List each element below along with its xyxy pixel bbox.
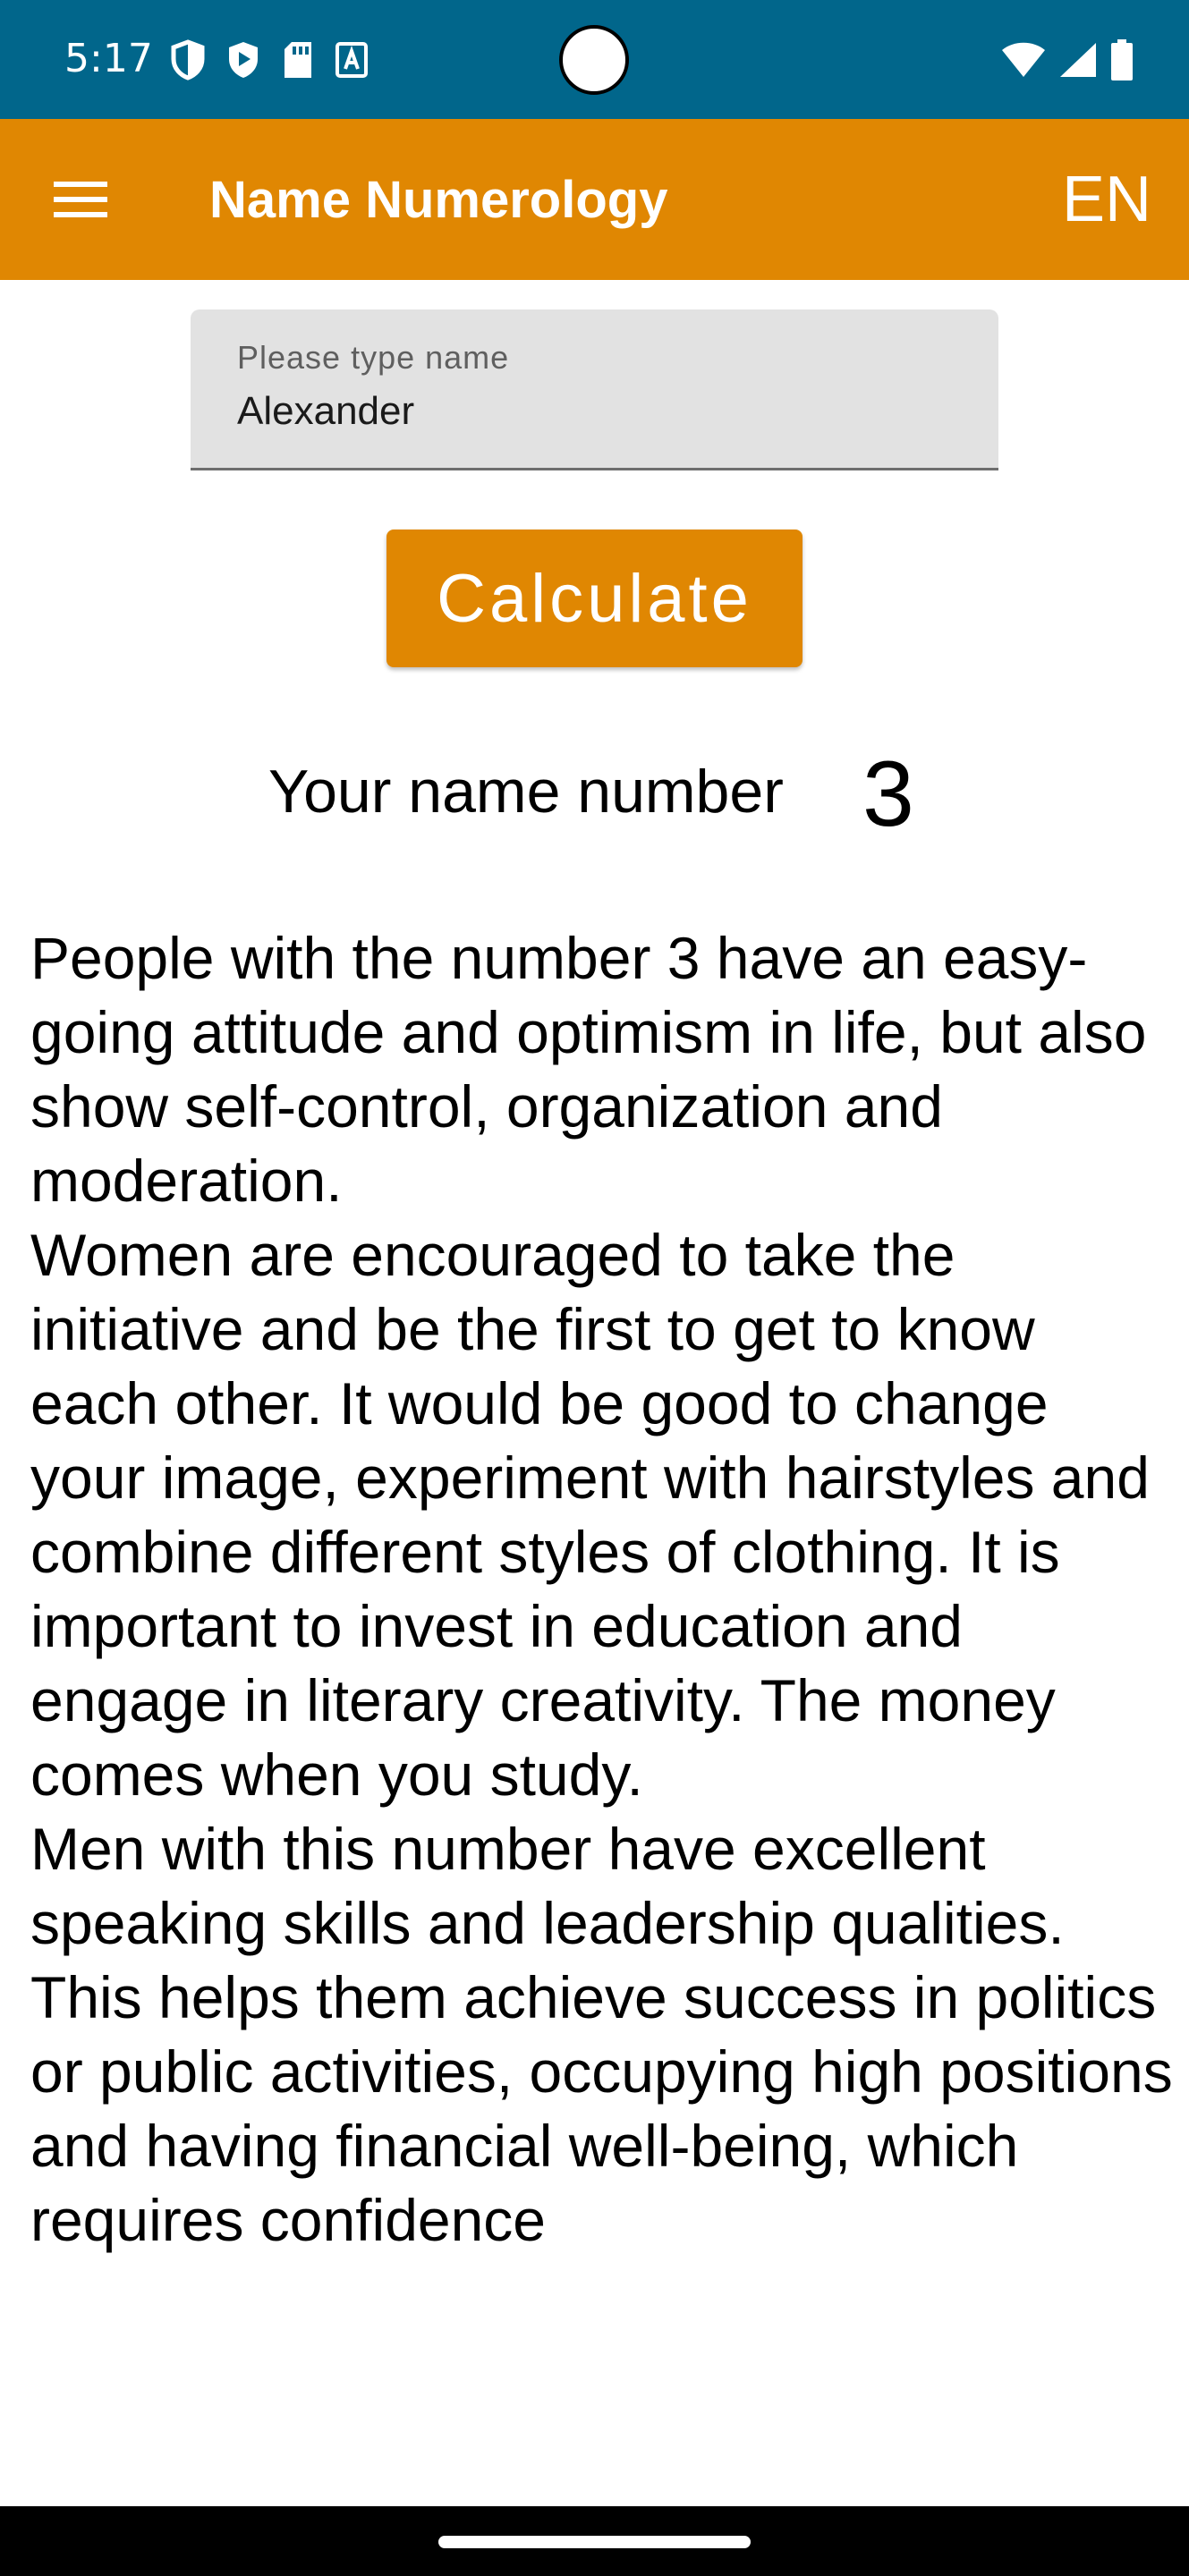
name-field-label: Please type name: [237, 339, 510, 376]
description-text: People with the number 3 have an easy-go…: [30, 925, 1173, 2253]
status-bar: 5:17: [0, 0, 1189, 119]
status-time: 5:17: [64, 36, 153, 81]
camera-cutout: [559, 25, 629, 95]
battery-icon: [1110, 39, 1134, 80]
name-field[interactable]: Please type name: [191, 309, 998, 470]
app-title: Name Numerology: [209, 171, 668, 229]
sd-card-icon: [281, 40, 315, 80]
home-gesture-handle[interactable]: [438, 2536, 751, 2548]
a-letter-icon: [335, 40, 369, 80]
signal-icon: [1058, 41, 1098, 79]
system-icons: [1001, 38, 1134, 82]
menu-icon[interactable]: [36, 160, 125, 239]
notification-icons: [170, 38, 369, 82]
calculate-button[interactable]: Calculate: [386, 530, 803, 667]
name-input[interactable]: [237, 386, 953, 436]
language-button[interactable]: EN: [1062, 160, 1151, 239]
shield-icon: [170, 39, 206, 80]
result-number: 3: [862, 742, 914, 846]
play-protect-icon: [225, 39, 261, 80]
navigation-bar: [0, 2506, 1189, 2576]
wifi-icon: [1001, 41, 1046, 79]
result-label: Your name number: [268, 758, 784, 826]
app-bar: Name Numerology EN: [0, 119, 1189, 280]
app-screen: 5:17 Name Numerology EN Please type name…: [0, 0, 1189, 2576]
